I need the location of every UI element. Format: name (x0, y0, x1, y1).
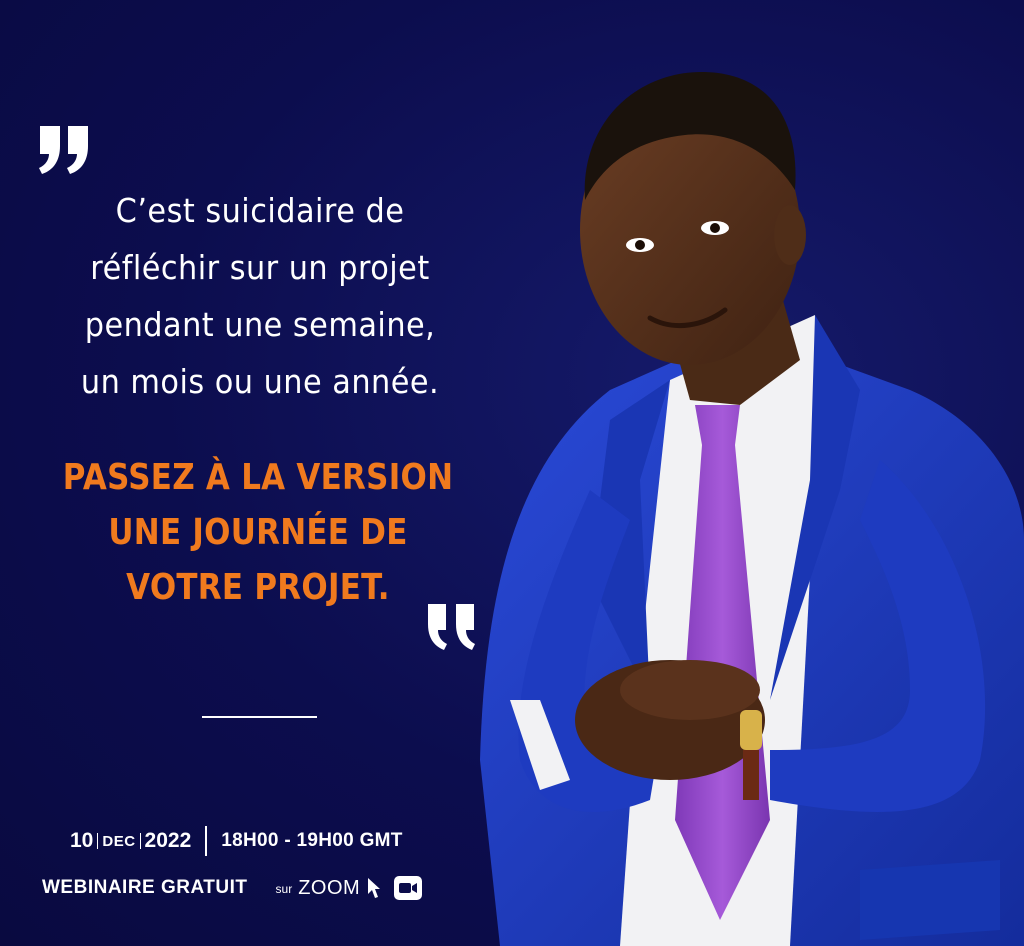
event-year: 2022 (144, 829, 192, 852)
poster: C’est suicidaire de réfléchir sur un pro… (0, 0, 1024, 946)
quote-line: réfléchir sur un projet (90, 248, 430, 287)
cta-line: UNE JOURNÉE DE (108, 512, 408, 553)
event-month: DEC (102, 832, 136, 850)
divider (202, 716, 317, 718)
portrait-photo (480, 71, 1024, 946)
camera-icon (394, 876, 423, 900)
open-quote-icon (39, 126, 88, 174)
date-separator (97, 833, 99, 849)
cursor-icon (368, 878, 381, 898)
webinar-info: WEBINAIRE GRATUIT sur ZOOM (42, 872, 423, 904)
event-time: 18H00 - 19H00 GMT (221, 830, 403, 851)
date-time-separator (205, 826, 208, 856)
cta-line: VOTRE PROJET. (126, 567, 390, 608)
call-to-action: PASSEZ À LA VERSION UNE JOURNÉE DE VOTRE… (30, 450, 486, 615)
platform-name: ZOOM (298, 876, 361, 899)
quote-line: un mois ou une année. (80, 362, 440, 401)
event-date-time: 10 DEC 2022 18H00 - 19H00 GMT (70, 824, 403, 858)
quote-line: C’est suicidaire de (115, 191, 405, 230)
platform-prefix: sur (275, 882, 293, 896)
date-separator (139, 833, 141, 849)
webinar-title: WEBINAIRE GRATUIT (42, 877, 248, 898)
event-day: 10 (70, 829, 94, 852)
quote-text: C’est suicidaire de réfléchir sur un pro… (40, 182, 480, 410)
cta-line: PASSEZ À LA VERSION (62, 457, 454, 498)
quote-line: pendant une semaine, (84, 305, 436, 344)
